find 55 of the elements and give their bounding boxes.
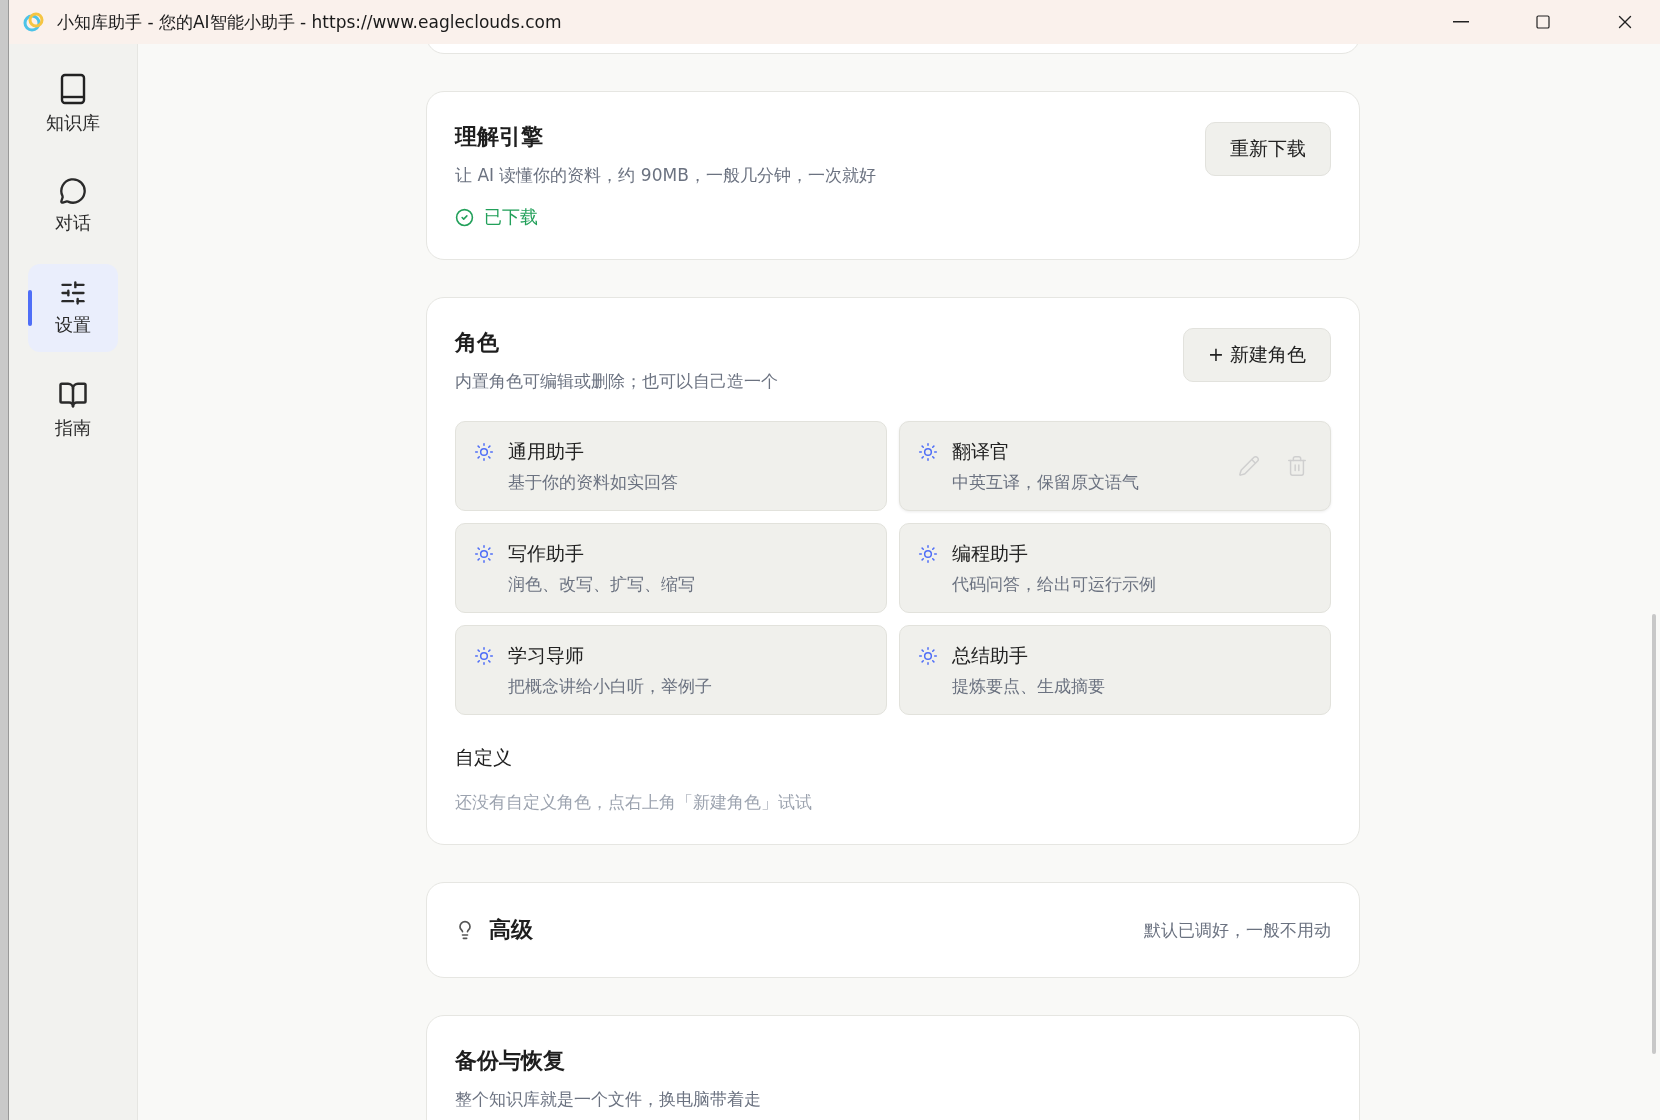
empty-message: 还没有自定义角色，点右上角「新建角色」试试 xyxy=(455,791,813,814)
role-card[interactable]: 学习导师 把概念讲给小白听，举例子 xyxy=(455,625,887,715)
role-card[interactable]: 总结助手 提炼要点、生成摘要 xyxy=(899,625,1331,715)
sun-icon xyxy=(474,442,494,462)
section-title: 备份与恢复 xyxy=(455,1047,566,1075)
edit-icon[interactable] xyxy=(1238,455,1260,477)
role-name: 通用助手 xyxy=(508,438,585,464)
role-description: 润色、改写、扩写、缩写 xyxy=(508,572,696,596)
role-card[interactable]: 编程助手 代码问答，给出可运行示例 xyxy=(899,523,1331,613)
sun-icon xyxy=(918,646,938,666)
scrollbar-thumb[interactable] xyxy=(1652,614,1656,1054)
sun-icon xyxy=(918,442,938,462)
minimize-icon xyxy=(1453,21,1469,23)
sidebar-item[interactable]: 指南 xyxy=(28,366,118,454)
section-description: 整个知识库就是一个文件，换电脑带着走 xyxy=(455,1088,762,1111)
sliders-icon xyxy=(59,279,87,307)
section-title: 理解引擎 xyxy=(455,123,544,151)
role-card[interactable]: 翻译官 中英互译，保留原文语气 xyxy=(899,421,1331,511)
advanced-card[interactable]: 高级 默认已调好，一般不用动 xyxy=(426,882,1360,978)
section-note: 默认已调好，一般不用动 xyxy=(1144,918,1331,942)
role-description: 把概念讲给小白听，举例子 xyxy=(508,674,713,698)
section-description: 让 AI 读懂你的资料，约 90MB，一般几分钟，一次就好 xyxy=(455,164,876,187)
sidebar-item[interactable]: 知识库 xyxy=(28,60,118,148)
sidebar-item[interactable]: 设置 xyxy=(28,264,118,352)
check-circle-icon xyxy=(455,207,474,227)
book-icon xyxy=(60,73,86,105)
role-name: 翻译官 xyxy=(952,438,1010,464)
app-logo-icon xyxy=(23,11,45,33)
window-title: 小知库助手 - 您的AI智能小助手 - https://www.eagleclouds.com xyxy=(57,10,563,34)
maximize-icon xyxy=(1535,14,1551,30)
role-name: 总结助手 xyxy=(952,642,1029,668)
role-name: 编程助手 xyxy=(952,540,1029,566)
open-book-icon xyxy=(58,380,88,410)
role-name: 学习导师 xyxy=(508,642,585,668)
section-title: 角色 xyxy=(455,329,500,357)
role-card[interactable]: 通用助手 基于你的资料如实回答 xyxy=(455,421,887,511)
section-description: 内置角色可编辑或删除；也可以自己造一个 xyxy=(455,370,778,393)
role-description: 中英互译，保留原文语气 xyxy=(952,470,1140,494)
role-description: 代码问答，给出可运行示例 xyxy=(952,572,1157,596)
status-text: 已下载 xyxy=(484,205,538,229)
chat-bubble-icon xyxy=(59,177,87,205)
trash-icon[interactable] xyxy=(1286,455,1308,477)
sun-icon xyxy=(474,544,494,564)
role-description: 提炼要点、生成摘要 xyxy=(952,674,1106,698)
sun-icon xyxy=(474,646,494,666)
role-name: 写作助手 xyxy=(508,540,585,566)
role-description: 基于你的资料如实回答 xyxy=(508,470,679,494)
section-title: 高级 xyxy=(489,916,533,944)
role-card[interactable]: 写作助手 润色、改写、扩写、缩写 xyxy=(455,523,887,613)
redownload-button[interactable]: 重新下载 xyxy=(1205,122,1331,176)
sidebar-item[interactable]: 对话 xyxy=(28,162,118,250)
sun-icon xyxy=(918,544,938,564)
subsection-title: 自定义 xyxy=(455,745,513,770)
new-role-button[interactable]: + 新建角色 xyxy=(1183,328,1331,382)
active-indicator xyxy=(28,290,32,326)
